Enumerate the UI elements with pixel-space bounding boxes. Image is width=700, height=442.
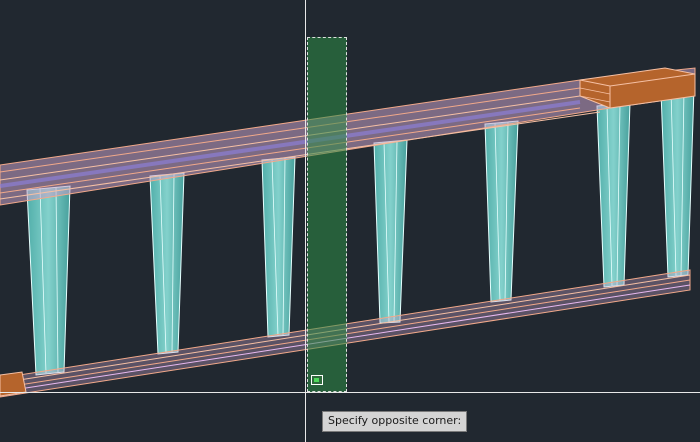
- post-2: [149, 172, 185, 355]
- drawing-viewport[interactable]: Specify opposite corner:: [0, 0, 700, 442]
- post-1: [26, 185, 71, 376]
- crosshair-horizontal: [0, 392, 700, 393]
- post-5: [484, 120, 519, 303]
- upper-beam: [0, 67, 696, 206]
- post-3: [261, 156, 296, 338]
- ladder-3d-model[interactable]: [0, 0, 700, 442]
- selection-window: [307, 37, 347, 392]
- tooltip-text: Specify opposite corner:: [328, 414, 462, 427]
- crosshair-vertical: [305, 0, 306, 442]
- post-4: [373, 139, 408, 324]
- cursor-pickbox-icon: [311, 375, 323, 385]
- command-prompt-tooltip: Specify opposite corner:: [322, 411, 468, 432]
- post-6: [596, 102, 631, 288]
- post-7: [660, 87, 695, 278]
